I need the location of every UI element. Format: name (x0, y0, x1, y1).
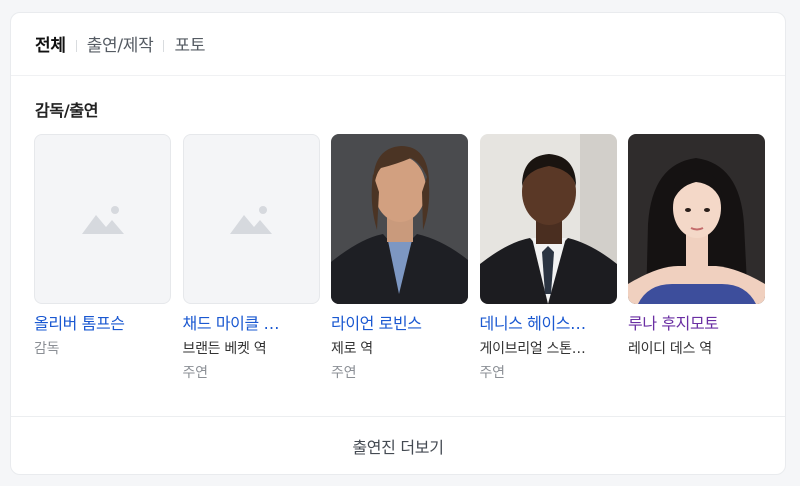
portrait-photo (331, 134, 468, 304)
person-card[interactable]: 채드 마이클 … 브랜든 베켓 역 주연 (182, 134, 320, 383)
cast-card: 전체 출연/제작 포토 감독/출연 올리버 톰프슨 감독 채드 마이클 … 브랜… (10, 12, 786, 475)
tab-cast-production[interactable]: 출연/제작 (87, 33, 154, 59)
person-name[interactable]: 라이언 로빈스 (331, 313, 468, 335)
person-thumbnail[interactable] (34, 134, 171, 304)
tab-separator (75, 40, 77, 52)
placeholder-image-icon (230, 206, 272, 234)
person-type: 주연 (331, 365, 357, 381)
placeholder-image-icon (81, 206, 124, 234)
person-thumbnail[interactable] (628, 134, 765, 304)
tab-bar: 전체 출연/제작 포토 (35, 33, 205, 59)
person-card[interactable]: 올리버 톰프슨 감독 (34, 134, 171, 383)
person-thumbnail[interactable] (182, 134, 320, 304)
person-card[interactable]: 데니스 헤이스… 게이브리얼 스톤… 주연 (479, 134, 617, 383)
person-name[interactable]: 루나 후지모토 (628, 313, 765, 335)
people-list: 올리버 톰프슨 감독 채드 마이클 … 브랜든 베켓 역 주연 라이언 로빈스 … (34, 134, 765, 383)
tab-separator (163, 40, 165, 52)
divider (11, 75, 785, 76)
person-role: 브랜든 베켓 역 (182, 341, 267, 357)
person-name[interactable]: 채드 마이클 … (183, 313, 320, 335)
person-role: 레이디 데스 역 (628, 341, 712, 357)
section-title: 감독/출연 (35, 101, 99, 120)
portrait-photo (479, 134, 617, 304)
person-thumbnail[interactable] (479, 134, 617, 304)
tab-all[interactable]: 전체 (35, 33, 66, 59)
person-name[interactable]: 데니스 헤이스… (480, 313, 617, 335)
person-role: 제로 역 (331, 341, 373, 357)
person-card[interactable]: 루나 후지모토 레이디 데스 역 (628, 134, 765, 383)
tab-photo[interactable]: 포토 (174, 33, 205, 59)
person-role: 감독 (34, 341, 60, 357)
person-type: 주연 (182, 365, 208, 381)
person-thumbnail[interactable] (331, 134, 468, 304)
person-name[interactable]: 올리버 톰프슨 (34, 313, 171, 335)
more-cast-button[interactable]: 출연진 더보기 (11, 417, 785, 475)
person-type: 주연 (479, 365, 505, 381)
person-card[interactable]: 라이언 로빈스 제로 역 주연 (331, 134, 468, 383)
person-role: 게이브리얼 스톤… (479, 341, 586, 357)
portrait-photo (628, 134, 765, 304)
